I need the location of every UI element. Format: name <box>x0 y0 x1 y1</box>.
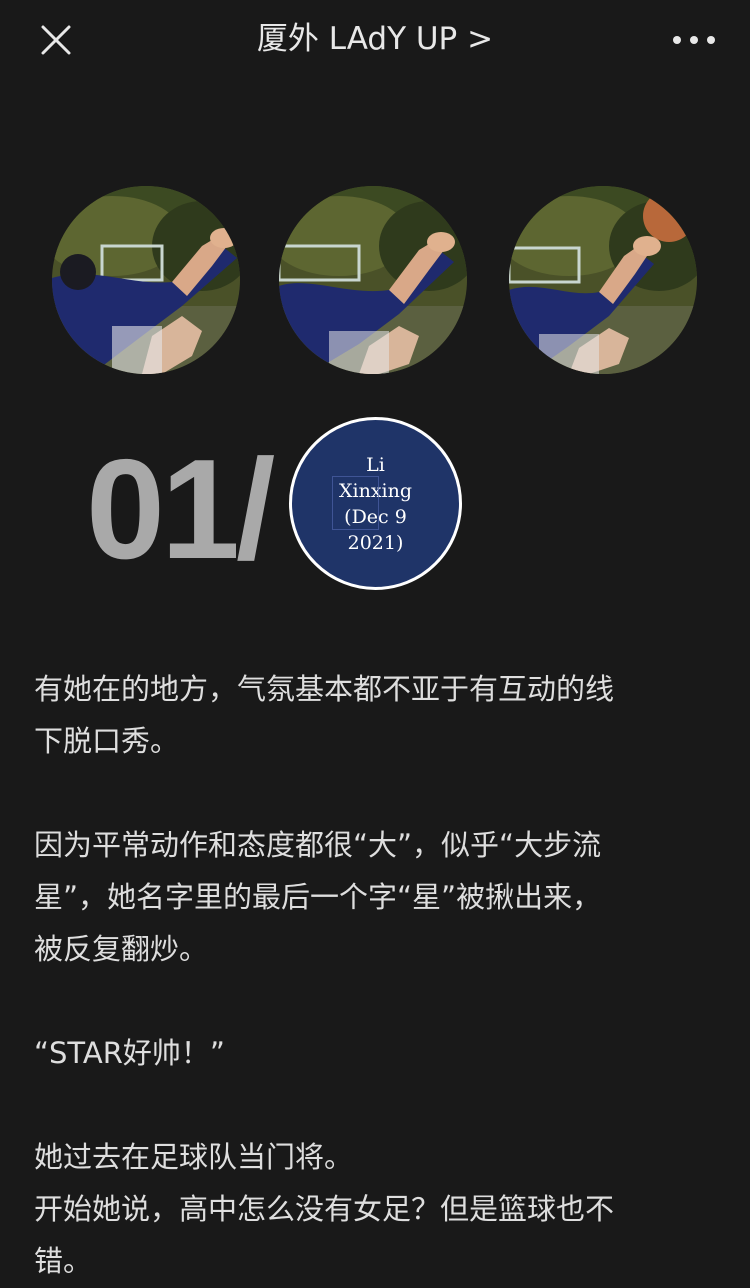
paragraph-line: 她过去在足球队当门将。 <box>34 1140 354 1174</box>
basketball-photo <box>509 186 697 374</box>
badge-line: Li <box>366 453 385 476</box>
paragraph-line: 开始她说，高中怎么没有女足？但是篮球也不 <box>34 1192 615 1226</box>
basketball-photo-1 <box>52 186 240 374</box>
article-body: 有她在的地方，气氛基本都不亚于有互动的线 下脱口秀。 因为平常动作和态度都很“大… <box>34 663 724 1287</box>
badge-line: 2021) <box>347 531 404 554</box>
top-bar: 厦外 LAdY UP > <box>0 0 750 80</box>
basketball-photo-3 <box>509 186 697 374</box>
basketball-photo <box>279 186 467 374</box>
section-number: 01/ <box>86 430 275 589</box>
basketball-photo <box>52 186 240 374</box>
paragraph-line: 被反复翻炒。 <box>34 932 209 966</box>
close-button[interactable] <box>30 14 82 66</box>
paragraph-line: 有她在的地方，气氛基本都不亚于有互动的线 <box>34 672 615 706</box>
selection-guide <box>332 476 379 530</box>
account-title[interactable]: 厦外 LAdY UP > <box>175 18 575 60</box>
basketball-photo-2 <box>279 186 467 374</box>
close-icon <box>41 25 71 55</box>
more-button[interactable] <box>666 16 722 64</box>
more-icon <box>673 36 715 44</box>
paragraph-line: 下脱口秀。 <box>34 724 180 758</box>
paragraph-line: “STAR好帅！” <box>34 1036 225 1070</box>
paragraph-line: 星”，她名字里的最后一个字“星”被揪出来， <box>34 880 602 914</box>
paragraph-line: 因为平常动作和态度都很“大”，似乎“大步流 <box>34 828 602 862</box>
date-badge: Li Xinxing (Dec 9 2021) <box>289 417 462 590</box>
paragraph-line: 错。 <box>34 1244 93 1278</box>
